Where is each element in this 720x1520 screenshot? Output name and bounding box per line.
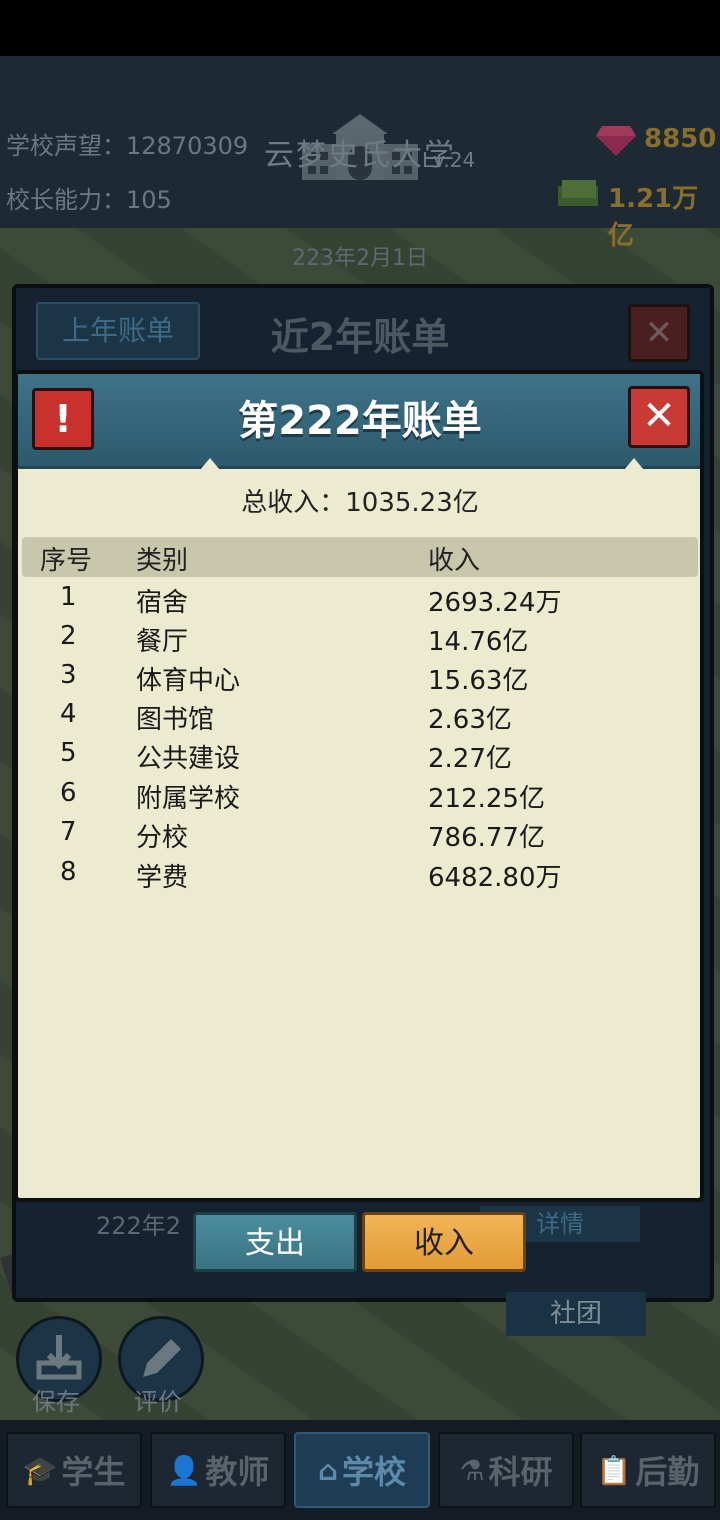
bill-row-behind: 222年2 <box>96 1212 182 1240</box>
row-category: 学费 <box>136 863 189 893</box>
row-income: 2.27亿 <box>428 744 512 774</box>
game-date: 223年2月1日 <box>292 246 428 271</box>
row-number: 2 <box>60 621 77 651</box>
nav-teachers[interactable]: 👤 教师 <box>150 1432 286 1508</box>
nav-label: 学生 <box>61 1453 126 1491</box>
ability-label: 校长能力： <box>6 186 126 214</box>
row-income: 212.25亿 <box>428 784 545 814</box>
row-number: 7 <box>60 817 77 847</box>
tab-expense[interactable]: 支出 <box>193 1212 357 1272</box>
row-income: 6482.80万 <box>428 863 562 893</box>
table-row: 4 图书馆 2.63亿 <box>0 699 720 735</box>
row-category: 宿舍 <box>136 588 189 618</box>
header-notch <box>200 458 220 470</box>
school-icon: ⌂ <box>317 1453 339 1487</box>
nav-research[interactable]: ⚗ 科研 <box>438 1432 574 1508</box>
row-income: 15.63亿 <box>428 666 529 696</box>
row-number: 3 <box>60 660 77 690</box>
table-row: 1 宿舍 2693.24万 <box>0 582 720 618</box>
research-icon: ⚗ <box>459 1453 485 1487</box>
row-number: 1 <box>60 582 77 612</box>
header-notch <box>624 458 644 470</box>
nav-students[interactable]: 🎓 学生 <box>6 1432 142 1508</box>
ability-value: 105 <box>126 186 172 214</box>
table-row: 7 分校 786.77亿 <box>0 817 720 853</box>
table-row: 8 学费 6482.80万 <box>0 857 720 893</box>
row-number: 4 <box>60 699 77 729</box>
row-income: 786.77亿 <box>428 823 545 853</box>
rate-label: 评价 <box>134 1388 182 1416</box>
two-year-bill-title: 近2年账单 <box>270 315 450 359</box>
row-category: 附属学校 <box>136 784 241 814</box>
nav-label: 学校 <box>342 1453 407 1491</box>
nav-logistics[interactable]: 📋 后勤 <box>580 1432 716 1508</box>
nav-label: 科研 <box>488 1453 553 1491</box>
year-bill-title: 第222年账单 <box>238 398 482 444</box>
gems-value: 8850 <box>644 124 717 154</box>
teacher-icon: 👤 <box>166 1453 202 1487</box>
nav-label: 后勤 <box>635 1453 700 1491</box>
column-header-income: 收入 <box>428 546 481 576</box>
row-category: 图书馆 <box>136 705 215 735</box>
row-income: 14.76亿 <box>428 627 529 657</box>
ability-stat: 校长能力：105 <box>6 180 172 215</box>
status-bar <box>0 0 720 56</box>
row-income: 2.63亿 <box>428 705 512 735</box>
total-income: 总收入：1035.23亿 <box>241 488 479 518</box>
club-button[interactable]: 社团 <box>506 1292 646 1336</box>
row-number: 5 <box>60 738 77 768</box>
nav-school[interactable]: ⌂ 学校 <box>294 1432 430 1508</box>
row-category: 公共建设 <box>136 744 241 774</box>
column-header-category: 类别 <box>136 546 189 576</box>
table-row: 2 餐厅 14.76亿 <box>0 621 720 657</box>
logistics-icon: 📋 <box>596 1453 632 1487</box>
table-row: 6 附属学校 212.25亿 <box>0 778 720 814</box>
row-category: 体育中心 <box>136 666 241 696</box>
money-icon[interactable] <box>556 178 600 212</box>
gem-icon[interactable] <box>596 124 636 160</box>
nav-label: 教师 <box>205 1453 270 1491</box>
table-row: 3 体育中心 15.63亿 <box>0 660 720 696</box>
tab-income[interactable]: 收入 <box>362 1212 526 1272</box>
row-number: 6 <box>60 778 77 808</box>
student-icon: 🎓 <box>22 1453 58 1487</box>
save-label: 保存 <box>32 1388 80 1416</box>
row-category: 餐厅 <box>136 627 189 657</box>
close-icon[interactable]: ✕ <box>628 386 690 448</box>
back-dialog-close-icon[interactable]: ✕ <box>628 304 690 362</box>
table-row: 5 公共建设 2.27亿 <box>0 738 720 774</box>
column-header-number: 序号 <box>40 546 93 576</box>
row-income: 2693.24万 <box>428 588 562 618</box>
row-category: 分校 <box>136 823 189 853</box>
table-header <box>22 537 698 577</box>
row-number: 8 <box>60 857 77 887</box>
